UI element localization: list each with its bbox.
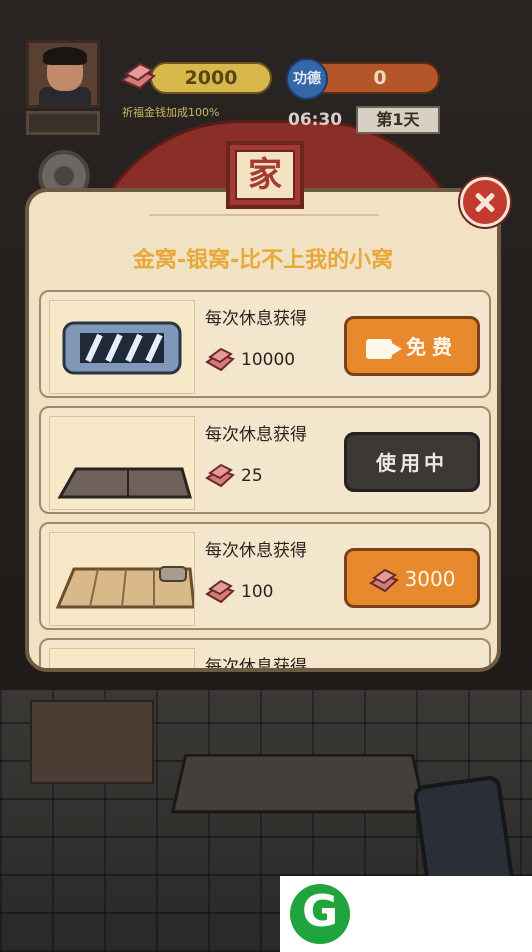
money-counter: 2000 — [150, 62, 272, 94]
game-time: 06:30 — [288, 110, 343, 130]
merit-badge: 功德 — [286, 58, 328, 100]
dialog-subtitle: 金窝-银窝-比不上我的小窝 — [132, 248, 394, 273]
button-label: 3000 — [404, 567, 456, 591]
money-icon — [205, 463, 235, 488]
day-counter: 第1天 — [356, 106, 440, 134]
bed-image — [49, 648, 195, 668]
logo — [290, 884, 350, 944]
reward-label: 每次休息获得 — [205, 541, 307, 561]
title-divider — [149, 214, 379, 216]
money-icon — [119, 62, 156, 90]
free-video-button[interactable]: 免费 — [344, 316, 480, 376]
button-label: 免费 — [406, 335, 458, 359]
buy-button[interactable]: 3000 — [344, 548, 480, 608]
list-item: 每次休息获得 100 3000 — [39, 522, 491, 630]
reward-label: 每次休息获得 — [205, 425, 307, 445]
list-item: 每次休息获得 25 使用中 — [39, 406, 491, 514]
home-dialog: 金窝-银窝-比不上我的小窝 每次休息获得 10000 免费 每次休息获得 25 … — [25, 188, 501, 672]
avatar-hair — [43, 47, 87, 65]
money-icon — [205, 579, 235, 604]
avatar[interactable] — [26, 40, 100, 108]
wood-bed-image — [49, 532, 196, 626]
reward-label: 每次休息获得 — [205, 309, 307, 329]
bonus-text: 祈福金钱加成100% — [122, 106, 220, 119]
money-icon — [368, 568, 399, 592]
floor-sleeping-board — [170, 754, 428, 814]
dialog-title-plaque: 家 — [226, 141, 304, 209]
cardboard-box — [30, 700, 154, 784]
plank-bed-image — [49, 416, 195, 510]
close-icon[interactable] — [460, 177, 510, 227]
capsule-bed-image — [49, 300, 195, 394]
list-item: 每次休息获得 10000 免费 — [39, 290, 491, 398]
reward-value: 10000 — [241, 350, 296, 370]
video-icon — [366, 338, 402, 359]
list-item: 每次休息获得 — [39, 638, 491, 672]
dialog-title: 家 — [235, 150, 295, 200]
reward-value: 25 — [241, 466, 263, 486]
money-icon — [205, 347, 235, 372]
in-use-button[interactable]: 使用中 — [344, 432, 480, 492]
reward-value: 100 — [241, 582, 274, 602]
player-name-bar — [26, 111, 100, 135]
reward-label: 每次休息获得 — [205, 657, 307, 672]
